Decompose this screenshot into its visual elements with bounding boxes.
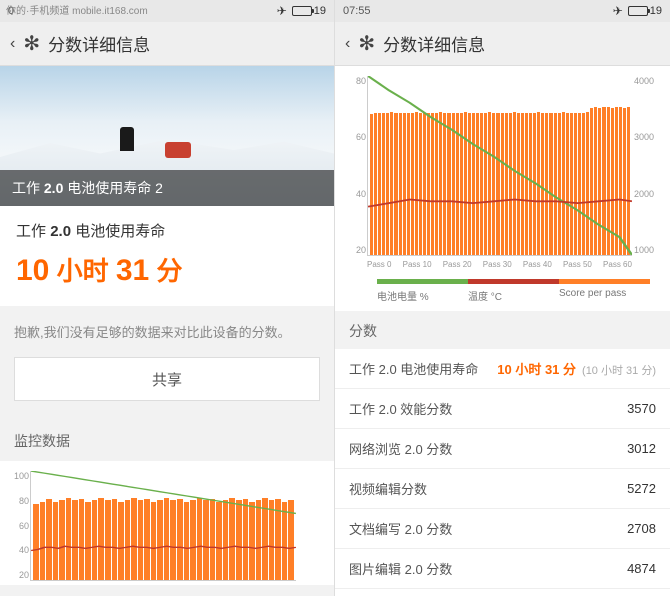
status-left: 0: [8, 5, 14, 17]
row-label: 视频编辑分数: [349, 479, 627, 498]
hero-image: 工作 2.0 电池使用寿命 2: [0, 66, 334, 206]
table-row[interactable]: 工作 2.0 效能分数3570: [335, 389, 670, 429]
status-bar: 07:55 19: [335, 0, 670, 22]
monitor-header: 监控数据: [0, 419, 334, 461]
page-title: 分数详细信息: [383, 31, 485, 56]
back-icon[interactable]: ‹: [345, 35, 350, 53]
left-chart: 100 80 60 40 20: [0, 461, 334, 585]
table-row[interactable]: 工作 2.0 电池使用寿命10 小时 31 分(10 小时 31 分): [335, 349, 670, 389]
row-label: 文档编写 2.0 分数: [349, 519, 627, 538]
share-button[interactable]: 共享: [14, 357, 320, 401]
score-table: 工作 2.0 电池使用寿命10 小时 31 分(10 小时 31 分)工作 2.…: [335, 349, 670, 596]
x-ticks: Pass 0 Pass 10 Pass 20 Pass 30 Pass 40 P…: [367, 260, 632, 269]
hero-label: 工作 2.0 电池使用寿命: [16, 220, 318, 241]
right-chart: 80 60 40 20 4000 3000 2000 1000: [335, 66, 670, 311]
table-row[interactable]: 文档编写 2.0 分数2708: [335, 509, 670, 549]
snowflake-icon: [23, 31, 40, 56]
table-row[interactable]: 图片编辑 2.0 分数4874: [335, 549, 670, 589]
left-pane: 0 19 ‹ 分数详细信息 工作 2.0 电池使用寿命 2: [0, 0, 335, 596]
page-title: 分数详细信息: [48, 31, 150, 56]
table-row[interactable]: 视频编辑分数5272: [335, 469, 670, 509]
airplane-icon: [613, 4, 623, 18]
hero-time: 10 小时 31 分: [16, 251, 318, 288]
battery-indicator: 19: [292, 5, 326, 17]
battery-pct: 19: [314, 5, 326, 17]
right-pane: 07:55 19 ‹ 分数详细信息 80 60 40 20 4000: [335, 0, 670, 596]
table-row[interactable]: 数据操作分数2768: [335, 589, 670, 596]
row-value: 5272: [627, 481, 656, 496]
airplane-icon: [277, 4, 287, 18]
row-label: 工作 2.0 效能分数: [349, 399, 627, 418]
row-value: 3570: [627, 401, 656, 416]
status-bar: 0 19: [0, 0, 334, 22]
row-label: 工作 2.0 电池使用寿命: [349, 359, 497, 378]
title-bar: ‹ 分数详细信息: [335, 22, 670, 66]
row-value: 2708: [627, 521, 656, 536]
title-bar: ‹ 分数详细信息: [0, 22, 334, 66]
battery-pct: 19: [650, 5, 662, 17]
row-value: 3012: [627, 441, 656, 456]
note-text: 抱歉,我们没有足够的数据来对比此设备的分数。: [0, 306, 334, 357]
row-label: 图片编辑 2.0 分数: [349, 559, 627, 578]
table-row[interactable]: 网络浏览 2.0 分数3012: [335, 429, 670, 469]
scores-header: 分数: [335, 311, 670, 349]
hero-caption: 工作 2.0 电池使用寿命 2: [0, 170, 334, 206]
hero-card: 工作 2.0 电池使用寿命 2 工作 2.0 电池使用寿命 10 小时 31 分: [0, 66, 334, 306]
chart-legend: 电池电量 % 温度 °C Score per pass: [377, 279, 650, 303]
back-icon[interactable]: ‹: [10, 35, 15, 53]
status-time: 07:55: [343, 5, 371, 17]
row-value: 4874: [627, 561, 656, 576]
snowflake-icon: [358, 31, 375, 56]
row-value: 10 小时 31 分(10 小时 31 分): [497, 359, 656, 378]
battery-indicator: 19: [628, 5, 662, 17]
row-label: 网络浏览 2.0 分数: [349, 439, 627, 458]
